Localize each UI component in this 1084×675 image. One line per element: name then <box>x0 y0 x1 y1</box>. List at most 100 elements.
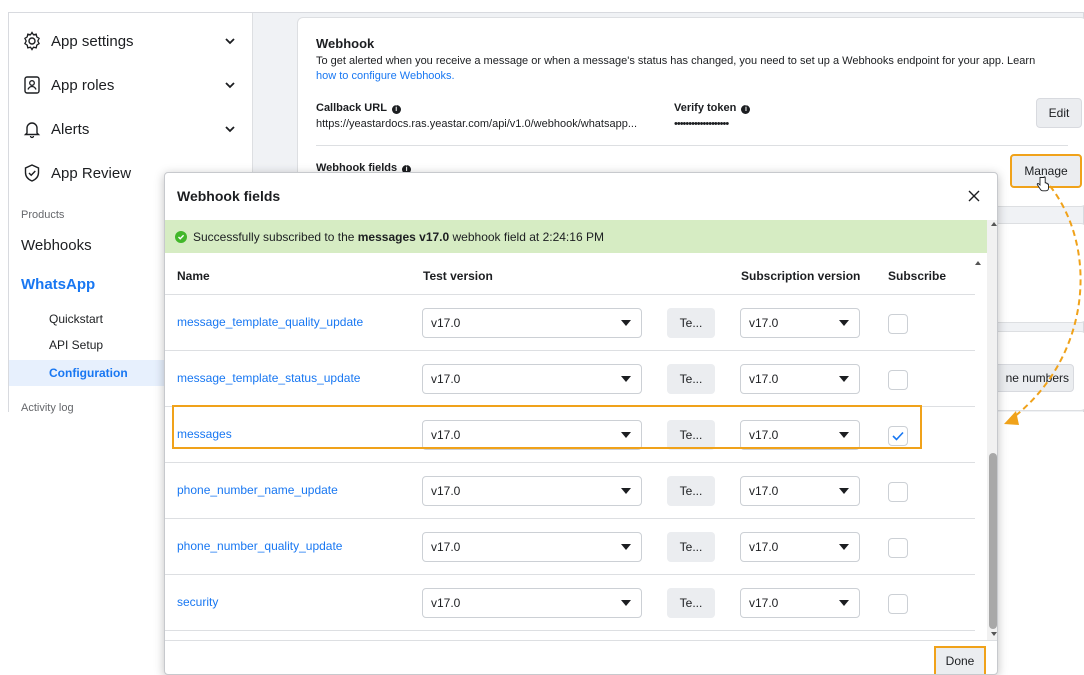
subscription-version-select[interactable]: v17.0 <box>740 532 860 562</box>
test-version-select[interactable]: v17.0 <box>422 532 642 562</box>
field-name-link[interactable]: message_template_status_update <box>177 371 360 385</box>
scroll-down-arrow-icon[interactable] <box>991 632 997 636</box>
sidebar-item-app-settings[interactable]: App settings <box>21 23 241 59</box>
subscribe-checkbox[interactable] <box>888 370 908 390</box>
table-row: message_template_quality_update v17.0 Te… <box>165 295 975 351</box>
caret-down-icon <box>621 432 631 438</box>
sidebar-subitem-api-setup[interactable]: API Setup <box>49 338 103 352</box>
subscribe-checkbox[interactable] <box>888 538 908 558</box>
configure-webhooks-link[interactable]: how to configure Webhooks. <box>316 70 455 82</box>
field-name-link[interactable]: messages <box>177 427 232 441</box>
subscription-version-select[interactable]: v17.0 <box>740 308 860 338</box>
id-badge-icon <box>21 74 43 96</box>
done-button[interactable]: Done <box>934 646 986 674</box>
test-button[interactable]: Te... <box>667 308 715 338</box>
table-row-partial <box>165 631 975 640</box>
test-version-select[interactable]: v17.0 <box>422 364 642 394</box>
chevron-down-icon <box>223 78 237 92</box>
test-version-value: v17.0 <box>431 540 461 554</box>
test-version-select[interactable]: v17.0 <box>422 308 642 338</box>
caret-down-icon <box>621 488 631 494</box>
caret-down-icon <box>621 320 631 326</box>
caret-down-icon <box>621 376 631 382</box>
webhook-fields-table: message_template_quality_update v17.0 Te… <box>165 295 975 640</box>
products-section-label: Products <box>21 209 65 221</box>
background-card: ne numbers <box>986 331 1084 411</box>
webhook-description-text: To get alerted when you receive a messag… <box>316 55 1036 67</box>
callback-url-label-text: Callback URL <box>316 102 387 114</box>
subscribe-checkbox-checked[interactable] <box>888 426 908 446</box>
chevron-down-icon <box>223 34 237 48</box>
subscription-version-select[interactable]: v17.0 <box>740 420 860 450</box>
table-scroll-up-icon[interactable] <box>975 261 981 265</box>
scroll-up-arrow-icon[interactable] <box>991 222 997 226</box>
sidebar-item-app-roles[interactable]: App roles <box>21 67 241 103</box>
sidebar-subitem-configuration[interactable]: Configuration <box>9 360 169 386</box>
subscription-version-value: v17.0 <box>749 316 779 330</box>
subscribe-checkbox[interactable] <box>888 314 908 334</box>
subscription-version-select[interactable]: v17.0 <box>740 476 860 506</box>
divider <box>316 145 1068 146</box>
check-circle-icon <box>175 230 187 243</box>
sidebar-subitem-quickstart[interactable]: Quickstart <box>49 312 103 326</box>
chevron-down-icon <box>223 122 237 136</box>
table-row: security v17.0 Te... v17.0 <box>165 575 975 631</box>
verify-token-value: ••••••••••••••••••• <box>674 118 729 130</box>
subscription-version-select[interactable]: v17.0 <box>740 588 860 618</box>
test-button[interactable]: Te... <box>667 364 715 394</box>
field-name-link[interactable]: phone_number_quality_update <box>177 539 342 553</box>
subscribe-checkbox[interactable] <box>888 594 908 614</box>
table-row: message_template_status_update v17.0 Te.… <box>165 351 975 407</box>
subscribe-checkbox[interactable] <box>888 482 908 502</box>
close-button[interactable] <box>963 185 985 207</box>
shield-check-icon <box>21 162 43 184</box>
add-phone-numbers-button[interactable]: ne numbers <box>986 364 1074 392</box>
subscription-version-value: v17.0 <box>749 540 779 554</box>
caret-down-icon <box>839 320 849 326</box>
test-button[interactable]: Te... <box>667 588 715 618</box>
info-icon[interactable]: i <box>741 105 751 114</box>
caret-down-icon <box>621 544 631 550</box>
test-button[interactable]: Te... <box>667 532 715 562</box>
banner-prefix: Successfully subscribed to the <box>193 229 355 244</box>
sidebar-item-label: App settings <box>51 32 134 50</box>
info-icon[interactable]: i <box>391 105 401 114</box>
scrollbar-thumb[interactable] <box>989 453 997 629</box>
callback-url-label: Callback URL i <box>316 102 401 114</box>
field-name-link[interactable]: phone_number_name_update <box>177 483 338 497</box>
test-version-select[interactable]: v17.0 <box>422 588 642 618</box>
gear-icon <box>21 30 43 52</box>
table-row-messages: messages v17.0 Te... v17.0 <box>165 407 975 463</box>
modal-title: Webhook fields <box>177 188 281 204</box>
bell-icon <box>21 118 43 140</box>
verify-token-label-text: Verify token <box>674 102 737 114</box>
success-banner: Successfully subscribed to the messages … <box>165 220 988 253</box>
subscription-version-value: v17.0 <box>749 372 779 386</box>
edit-button[interactable]: Edit <box>1036 98 1082 128</box>
subscription-version-value: v17.0 <box>749 484 779 498</box>
test-version-select[interactable]: v17.0 <box>422 476 642 506</box>
sidebar-item-label: App roles <box>51 76 115 94</box>
table-row: phone_number_quality_update v17.0 Te... … <box>165 519 975 575</box>
test-button[interactable]: Te... <box>667 476 715 506</box>
field-name-link[interactable]: security <box>177 595 218 609</box>
test-version-select[interactable]: v17.0 <box>422 420 642 450</box>
caret-down-icon <box>839 488 849 494</box>
column-header-subscribe: Subscribe <box>888 269 947 283</box>
hand-cursor-icon <box>1036 176 1050 195</box>
field-name-link[interactable]: message_template_quality_update <box>177 315 363 329</box>
column-header-subscription-version: Subscription version <box>741 269 861 283</box>
callback-url-value: https://yeastardocs.ras.yeastar.com/api/… <box>316 118 638 130</box>
activity-log-link[interactable]: Activity log <box>21 402 74 414</box>
subscription-version-select[interactable]: v17.0 <box>740 364 860 394</box>
sidebar-item-label: Alerts <box>51 120 90 138</box>
test-version-value: v17.0 <box>431 372 461 386</box>
sidebar-item-whatsapp[interactable]: WhatsApp <box>21 276 95 293</box>
test-button[interactable]: Te... <box>667 420 715 450</box>
sidebar-item-alerts[interactable]: Alerts <box>21 111 241 147</box>
webhook-description: To get alerted when you receive a messag… <box>316 54 1076 84</box>
test-version-value: v17.0 <box>431 484 461 498</box>
caret-down-icon <box>839 376 849 382</box>
table-header: Name Test version Subscription version S… <box>165 255 975 295</box>
sidebar-item-webhooks[interactable]: Webhooks <box>21 237 92 254</box>
